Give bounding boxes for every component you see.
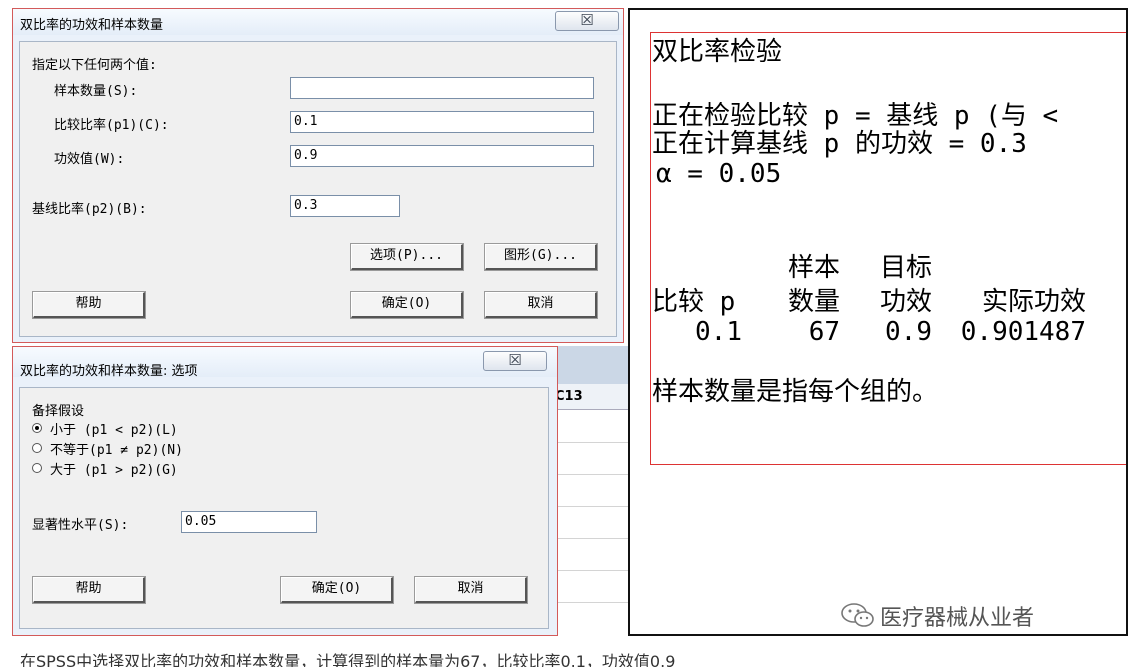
- significance-label: 显著性水平(S):: [32, 518, 129, 533]
- options-button[interactable]: 选项(P)...: [350, 243, 464, 271]
- table-cell-power: 0.9: [885, 317, 932, 347]
- grid-line: [549, 602, 629, 603]
- dialog-titlebar: 双比率的功效和样本数量: 选项 ☒: [13, 347, 557, 379]
- worksheet-grid: C13: [548, 346, 629, 636]
- compare-ratio-label: 比较比率(p1)(C):: [54, 118, 169, 133]
- options-dialog: 双比率的功效和样本数量: 选项 ☒ 备择假设 小于 (p1 < p2)(L) 不…: [12, 346, 558, 636]
- table-head-compare-p: 比较 p: [652, 287, 736, 317]
- power-input[interactable]: 0.9: [290, 145, 594, 167]
- cancel-button[interactable]: 取消: [484, 291, 598, 319]
- sample-size-label: 样本数量(S):: [54, 84, 138, 99]
- session-output-panel: 双比率检验 正在检验比较 p = 基线 p (与 < 正在计算基线 p 的功效 …: [628, 8, 1128, 636]
- significance-input[interactable]: 0.05: [181, 511, 317, 533]
- close-icon[interactable]: ☒: [483, 351, 547, 371]
- wechat-icon: [841, 603, 874, 627]
- table-head-size: 数量: [787, 287, 840, 317]
- baseline-ratio-input[interactable]: 0.3: [290, 195, 400, 217]
- sample-size-input[interactable]: [290, 77, 594, 99]
- dialog-title: 双比率的功效和样本数量: [20, 18, 164, 33]
- table-cell-actual-power: 0.901487: [960, 317, 1086, 347]
- radio-greater-than-label: 大于 (p1 > p2)(G): [50, 463, 178, 478]
- dialog-titlebar: 双比率的功效和样本数量 ☒: [13, 9, 623, 35]
- radio-less-than-label: 小于 (p1 < p2)(L): [50, 423, 178, 438]
- instruction-label: 指定以下任何两个值:: [32, 58, 157, 73]
- grid-line: [549, 538, 629, 539]
- output-heading: 双比率检验: [652, 37, 783, 67]
- baseline-ratio-label: 基线比率(p2)(B):: [32, 202, 147, 217]
- output-line2: 正在计算基线 p 的功效 = 0.3: [652, 129, 1027, 159]
- output-line1: 正在检验比较 p = 基线 p (与 <: [652, 102, 1059, 130]
- table-head-power: 功效: [879, 287, 932, 317]
- radio-less-than[interactable]: [32, 423, 42, 433]
- ok-button[interactable]: 确定(O): [280, 576, 394, 604]
- power-label: 功效值(W):: [54, 152, 125, 167]
- output-line3: α = 0.05: [656, 159, 782, 189]
- help-button[interactable]: 帮助: [32, 576, 146, 604]
- graph-button[interactable]: 图形(G)...: [484, 243, 598, 271]
- dialog-title: 双比率的功效和样本数量: 选项: [20, 364, 198, 379]
- grid-line: [549, 442, 629, 443]
- watermark-text: 医疗器械从业者: [880, 606, 1035, 631]
- compare-ratio-input[interactable]: 0.1: [290, 111, 594, 133]
- table-head-actual-power: 实际功效: [981, 287, 1086, 317]
- dialog-body: 备择假设 小于 (p1 < p2)(L) 不等于(p1 ≠ p2)(N) 大于 …: [19, 387, 549, 629]
- column-header[interactable]: C13: [549, 384, 629, 410]
- power-sample-size-dialog: 双比率的功效和样本数量 ☒ 指定以下任何两个值: 样本数量(S): 比较比率(p…: [12, 8, 624, 343]
- grid-line: [549, 570, 629, 571]
- table-cell-compare-p: 0.1: [695, 317, 742, 347]
- output-note: 样本数量是指每个组的。: [652, 377, 939, 407]
- grid-line: [549, 474, 629, 475]
- ok-button[interactable]: 确定(O): [350, 291, 464, 319]
- radio-not-equal-label: 不等于(p1 ≠ p2)(N): [50, 443, 183, 458]
- caption-text: 在SPSS中选择双比率的功效和样本数量，计算得到的样本量为67，比较比率0.1，…: [20, 652, 676, 667]
- close-icon[interactable]: ☒: [555, 11, 619, 31]
- radio-not-equal[interactable]: [32, 443, 42, 453]
- worksheet-toolbar: [549, 346, 629, 384]
- table-head-target: 目标: [879, 253, 932, 283]
- help-button[interactable]: 帮助: [32, 291, 146, 319]
- table-cell-size: 67: [808, 317, 840, 347]
- table-head-sample: 样本: [787, 253, 840, 283]
- radio-greater-than[interactable]: [32, 463, 42, 473]
- dialog-body: 指定以下任何两个值: 样本数量(S): 比较比率(p1)(C): 0.1 功效值…: [19, 41, 617, 337]
- grid-line: [549, 506, 629, 507]
- alt-hypothesis-label: 备择假设: [32, 404, 85, 419]
- cancel-button[interactable]: 取消: [414, 576, 528, 604]
